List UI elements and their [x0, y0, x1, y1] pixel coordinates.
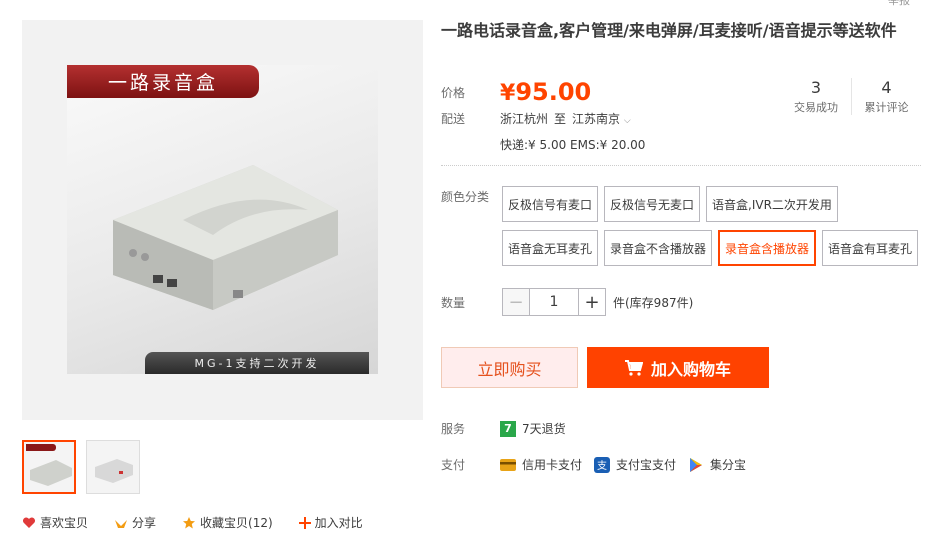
cart-icon: [624, 359, 643, 376]
sku-options: 反极信号有麦口 反极信号无麦口 语音盒,IVR二次开发用 语音盒无耳麦孔 录音盒…: [502, 186, 922, 266]
share-button[interactable]: 分享: [114, 514, 156, 531]
like-button[interactable]: 喜欢宝贝: [22, 514, 88, 531]
payment-method-label: 支付宝支付: [616, 458, 677, 472]
star-icon: [183, 516, 196, 528]
service-text[interactable]: 7天退货: [522, 420, 566, 437]
compare-button[interactable]: 加入对比: [298, 514, 363, 531]
credit-card-icon: [500, 458, 516, 471]
thumbnail-box-icon: [95, 459, 133, 483]
stat-caption: 累计评论: [864, 101, 909, 114]
thumbnail-2[interactable]: [86, 440, 140, 494]
payment-method-label: 信用卡支付: [522, 458, 583, 472]
sku-option[interactable]: 录音盒不含播放器: [604, 230, 713, 266]
stat-transactions[interactable]: 3 交易成功: [781, 78, 851, 115]
recorder-box-illustration: [113, 165, 338, 310]
purchase-actions: 立即购买 加入购物车: [441, 347, 769, 388]
currency-symbol: ¥: [500, 81, 516, 106]
social-actions: 喜欢宝贝 分享 收藏宝贝(12) 加入对比: [22, 514, 363, 531]
main-image-area[interactable]: 一路录音盒 MG-1支持二次开发: [22, 20, 423, 420]
sku-option-selected[interactable]: 录音盒含播放器: [718, 230, 817, 266]
compare-label: 加入对比: [314, 516, 363, 530]
ship-to-word: 至: [554, 112, 567, 126]
like-label: 喜欢宝贝: [40, 516, 89, 530]
product-title: 一路电话录音盒,客户管理/来电弹屏/耳麦接听/语音提示等送软件: [441, 21, 897, 40]
add-to-cart-label: 加入购物车: [650, 359, 731, 379]
sku-option[interactable]: 语音盒,IVR二次开发用: [706, 186, 838, 222]
stat-number: 4: [881, 78, 892, 97]
alipay-icon: 支: [594, 456, 611, 473]
payment-credit-card[interactable]: 信用卡支付: [500, 456, 582, 473]
decrement-button[interactable]: −: [503, 289, 530, 315]
sku-option[interactable]: 语音盒无耳麦孔: [502, 230, 599, 266]
payment-label: 支付: [441, 458, 466, 472]
sku-option[interactable]: 反极信号有麦口: [502, 186, 599, 222]
quantity-row: 数量 − + 件(库存987件): [441, 288, 693, 316]
sku-label: 颜色分类: [441, 190, 490, 204]
ship-to-select[interactable]: 江苏南京 ⌵: [572, 110, 631, 127]
buy-now-button[interactable]: 立即购买: [441, 347, 578, 388]
stock-text: 件(库存987件): [613, 295, 694, 310]
payment-row: 支付 信用卡支付 支 支付宝支付 集分宝: [441, 456, 758, 473]
divider: [441, 165, 921, 166]
service-row: 服务 7 7天退货: [441, 420, 566, 437]
stat-number: 3: [810, 78, 822, 97]
increment-button[interactable]: +: [578, 289, 605, 315]
stat-caption: 交易成功: [794, 101, 838, 114]
share-icon: [115, 519, 128, 528]
favorite-label: 收藏宝贝(12): [200, 516, 273, 530]
seven-day-return-icon: 7: [500, 420, 516, 437]
favorite-button[interactable]: 收藏宝贝(12): [182, 514, 273, 531]
quantity-stepper: − +: [502, 288, 606, 316]
thumbnail-1[interactable]: [22, 440, 76, 494]
shipping-label: 配送: [441, 112, 466, 126]
price-panel: 价格 ¥95.00 3 交易成功 4 累计评论 配送 浙江杭州 至 江苏南京 ⌵…: [441, 70, 921, 165]
ship-from: 浙江杭州: [500, 112, 549, 126]
payment-method-label: 集分宝: [710, 458, 747, 472]
sales-stats: 3 交易成功 4 累计评论: [781, 78, 921, 115]
price-value-wrapper: ¥95.00: [500, 78, 591, 106]
photo-caption: MG-1支持二次开发: [145, 352, 369, 374]
thumbnail-box-icon: [30, 460, 72, 486]
quantity-input[interactable]: [530, 289, 578, 315]
photo-banner: 一路录音盒: [67, 65, 259, 98]
heart-icon: [22, 516, 36, 528]
payment-alipay[interactable]: 支 支付宝支付: [594, 456, 676, 473]
add-to-cart-button[interactable]: 加入购物车: [587, 347, 769, 388]
svg-text:支: 支: [597, 460, 607, 472]
stat-reviews[interactable]: 4 累计评论: [851, 78, 921, 115]
sku-option[interactable]: 语音盒有耳麦孔: [822, 230, 919, 266]
thumbnail-banner: [26, 444, 56, 451]
sku-option[interactable]: 反极信号无麦口: [604, 186, 701, 222]
chevron-down-icon: ⌵: [623, 116, 631, 126]
product-photo: 一路录音盒 MG-1支持二次开发: [67, 65, 378, 374]
payment-jifenbao[interactable]: 集分宝: [688, 456, 746, 473]
ship-to-value: 江苏南京: [572, 112, 621, 126]
report-link[interactable]: 举报: [888, 0, 910, 8]
thumbnail-strip: [22, 440, 140, 494]
price-label: 价格: [441, 85, 466, 100]
share-label: 分享: [132, 516, 157, 530]
jifenbao-icon: [690, 457, 703, 472]
shipping-fees: 快递:¥ 5.00 EMS:¥ 20.00: [500, 138, 646, 152]
price-value: 95.00: [515, 78, 592, 106]
service-label: 服务: [441, 422, 466, 436]
quantity-label: 数量: [441, 295, 466, 310]
shipping-row: 配送 浙江杭州 至 江苏南京 ⌵: [441, 110, 631, 127]
plus-icon: [298, 516, 311, 529]
